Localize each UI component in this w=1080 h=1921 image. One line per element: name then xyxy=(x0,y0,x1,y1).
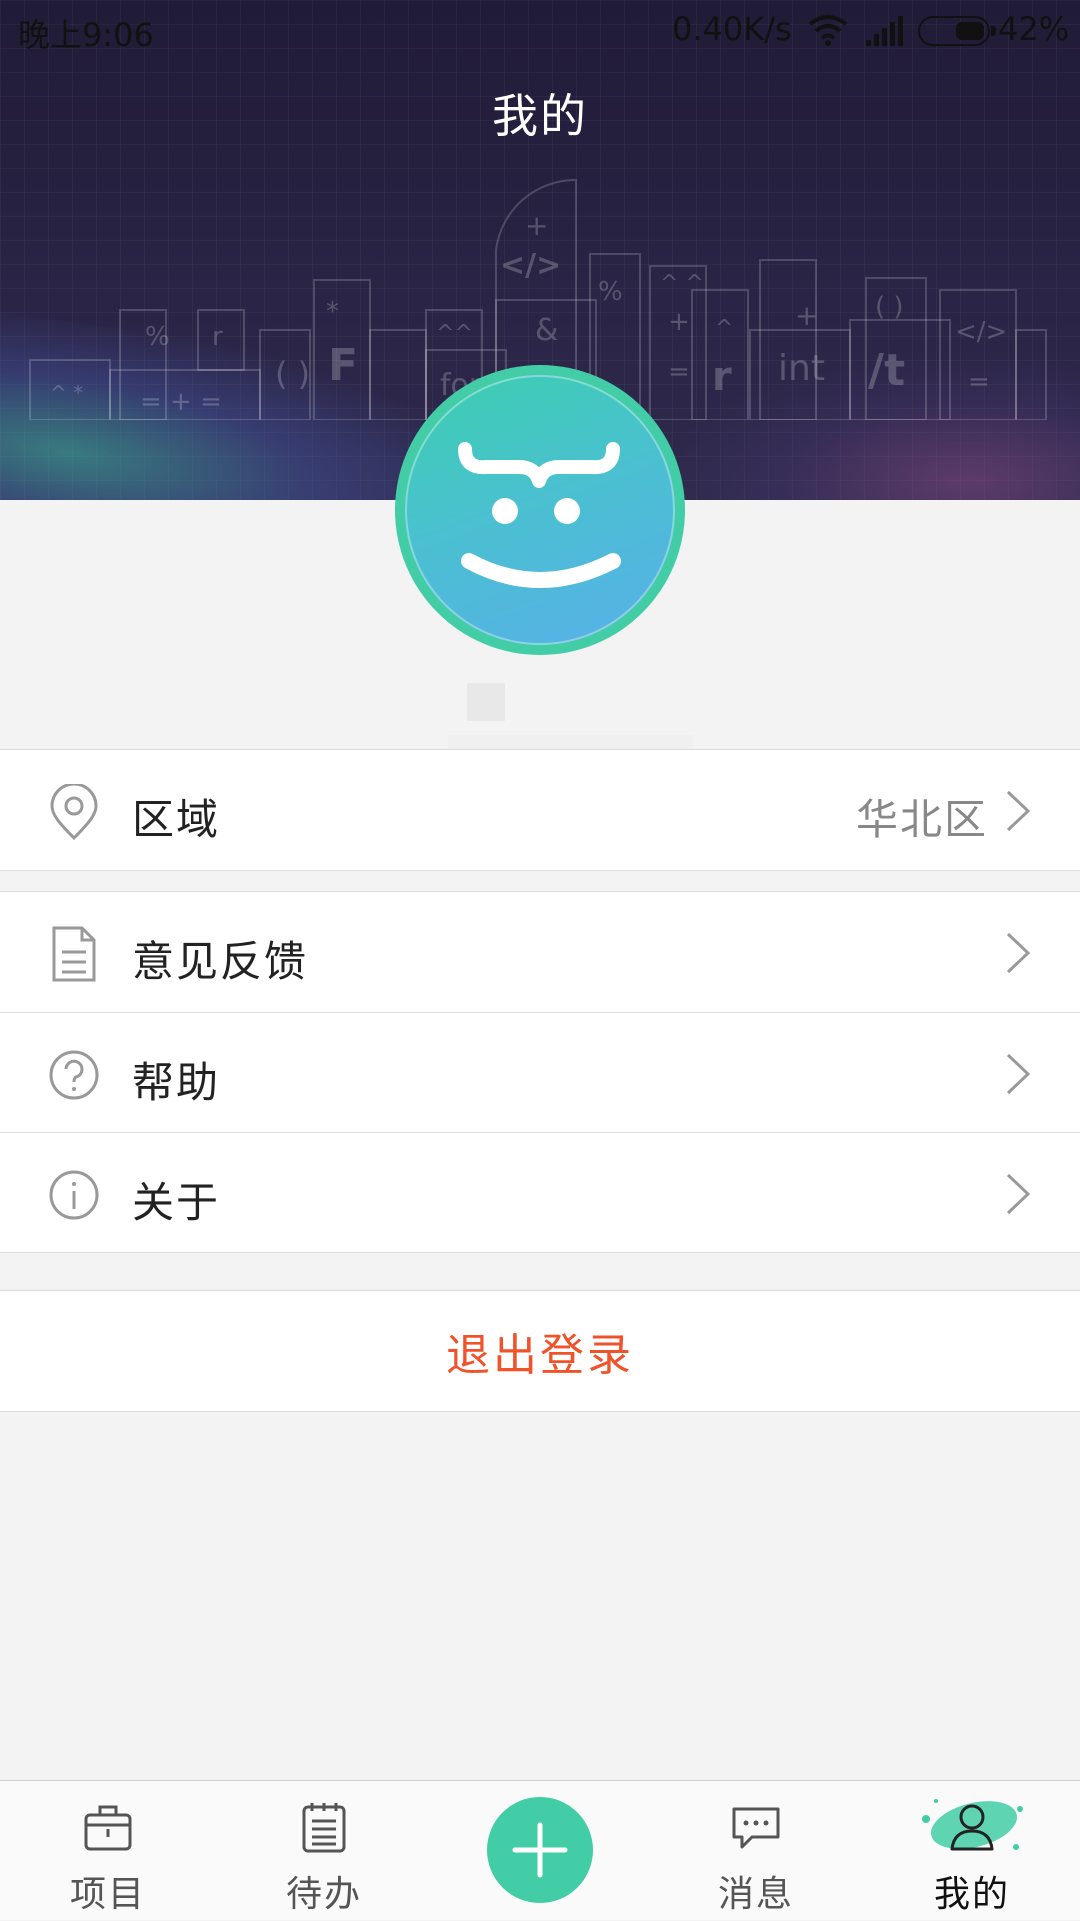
menu-label-region: 区域 xyxy=(132,795,221,844)
tab-profile[interactable]: 我的 xyxy=(882,1781,1062,1921)
svg-text:*: * xyxy=(326,297,339,327)
svg-text:%: % xyxy=(598,277,623,307)
menu-item-help[interactable]: 帮助 xyxy=(0,1012,1080,1132)
menu-label-about: 关于 xyxy=(132,1178,221,1227)
svg-text:( ): ( ) xyxy=(275,355,310,393)
briefcase-icon xyxy=(84,1805,132,1851)
svg-text:F: F xyxy=(328,340,358,391)
svg-text:r: r xyxy=(712,354,732,400)
page-title: 我的 xyxy=(492,89,588,143)
logout-label: 退出登录 xyxy=(446,1330,634,1381)
svg-text:^ *: ^ * xyxy=(50,381,83,405)
info-circle-icon xyxy=(49,1170,99,1220)
svg-text:^ ^: ^ ^ xyxy=(660,271,704,296)
add-button[interactable] xyxy=(487,1797,593,1903)
tab-messages[interactable]: 消息 xyxy=(666,1781,846,1921)
avatar-face xyxy=(405,375,675,645)
svg-text:&: & xyxy=(535,313,558,348)
svg-text:/t: /t xyxy=(868,345,905,396)
tab-label-profile: 我的 xyxy=(933,1874,1010,1915)
battery-icon xyxy=(918,16,996,46)
menu-value-region: 华北区 xyxy=(855,795,988,844)
svg-text:%: % xyxy=(145,322,170,352)
svg-text:+: + xyxy=(668,307,690,337)
svg-text:^^: ^^ xyxy=(436,321,473,346)
smiley-logo-icon xyxy=(458,442,621,588)
bottom-tab-bar: 项目 待办 消息 我的 xyxy=(0,1780,1080,1920)
tab-todo[interactable]: 待办 xyxy=(234,1781,414,1921)
avatar[interactable] xyxy=(395,365,685,655)
menu-label-help: 帮助 xyxy=(132,1058,221,1107)
menu-item-about[interactable]: 关于 xyxy=(0,1132,1080,1252)
signal-icon xyxy=(866,16,903,46)
menu-item-feedback[interactable]: 意见反馈 xyxy=(0,892,1080,1012)
svg-text:( ): ( ) xyxy=(875,292,904,322)
svg-text:+: + xyxy=(525,209,548,242)
notepad-icon xyxy=(302,1803,346,1853)
chat-bubble-icon xyxy=(732,1807,780,1849)
plus-icon xyxy=(512,1822,568,1878)
person-icon xyxy=(950,1804,994,1851)
status-bar: 晚上9:06 0.40K/s 42% xyxy=(0,0,1080,62)
chevron-right-icon xyxy=(1006,790,1031,832)
status-network-speed: 0.40K/s xyxy=(672,10,792,48)
svg-text:</>: </> xyxy=(955,317,1007,347)
location-pin-icon xyxy=(50,784,98,840)
tab-label-todo: 待办 xyxy=(285,1874,362,1915)
svg-text:r: r xyxy=(212,322,223,352)
username-placeholder xyxy=(467,683,505,721)
logout-button[interactable]: 退出登录 xyxy=(0,1290,1080,1412)
svg-text:</>: </> xyxy=(500,248,561,283)
question-circle-icon xyxy=(49,1050,99,1100)
chevron-right-icon xyxy=(1006,1173,1031,1215)
chevron-right-icon xyxy=(1006,1053,1031,1095)
wifi-icon xyxy=(808,15,848,46)
svg-text:= + =: = + = xyxy=(140,387,222,417)
menu-section: 意见反馈 帮助 关于 xyxy=(0,891,1080,1253)
menu-item-region[interactable]: 区域 华北区 xyxy=(0,750,1080,870)
region-section: 区域 华北区 xyxy=(0,749,1080,871)
tab-label-messages: 消息 xyxy=(717,1874,794,1915)
chevron-right-icon xyxy=(1006,932,1031,974)
svg-text:+: + xyxy=(795,299,818,332)
document-icon xyxy=(52,926,96,982)
status-time: 晚上9:06 xyxy=(18,16,154,54)
menu-label-feedback: 意见反馈 xyxy=(132,937,309,986)
svg-text:^: ^ xyxy=(715,316,733,341)
svg-text:=: = xyxy=(968,367,990,397)
status-battery-percent: 42% xyxy=(998,10,1070,48)
tab-label-projects: 项目 xyxy=(69,1874,146,1915)
tab-projects[interactable]: 项目 xyxy=(18,1781,198,1921)
svg-text:int: int xyxy=(778,348,825,389)
